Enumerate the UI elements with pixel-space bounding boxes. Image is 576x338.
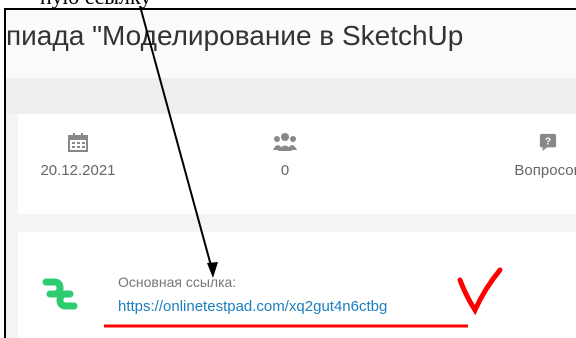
- calendar-icon: [68, 133, 88, 152]
- stat-questions: ? Вопросов: [488, 132, 576, 179]
- stat-date-value: 20.12.2021: [40, 162, 116, 179]
- svg-text:?: ?: [545, 137, 551, 148]
- screenshot-frame: пиада "Моделирование в SketchUp 20.12.20…: [4, 8, 576, 338]
- users-icon: [273, 133, 297, 151]
- page-title: пиада "Моделирование в SketchUp: [6, 20, 464, 51]
- stat-questions-label: Вопросов: [514, 162, 576, 179]
- stat-participants: 0: [225, 132, 345, 179]
- stat-date: 20.12.2021: [18, 132, 138, 179]
- link-icon: [42, 278, 78, 310]
- gray-strip: [6, 78, 576, 114]
- stats-card: 20.12.2021 0 ? Вопросов: [18, 114, 576, 214]
- link-label: Основная ссылка:: [118, 274, 237, 290]
- stat-participants-value: 0: [280, 162, 290, 179]
- title-band: пиада "Моделирование в SketchUp: [6, 10, 576, 78]
- link-card: Основная ссылка: https://onlinetestpad.c…: [18, 232, 576, 338]
- main-link-url[interactable]: https://onlinetestpad.com/xq2gut4n6ctbg: [118, 298, 387, 315]
- question-icon: ?: [539, 133, 557, 151]
